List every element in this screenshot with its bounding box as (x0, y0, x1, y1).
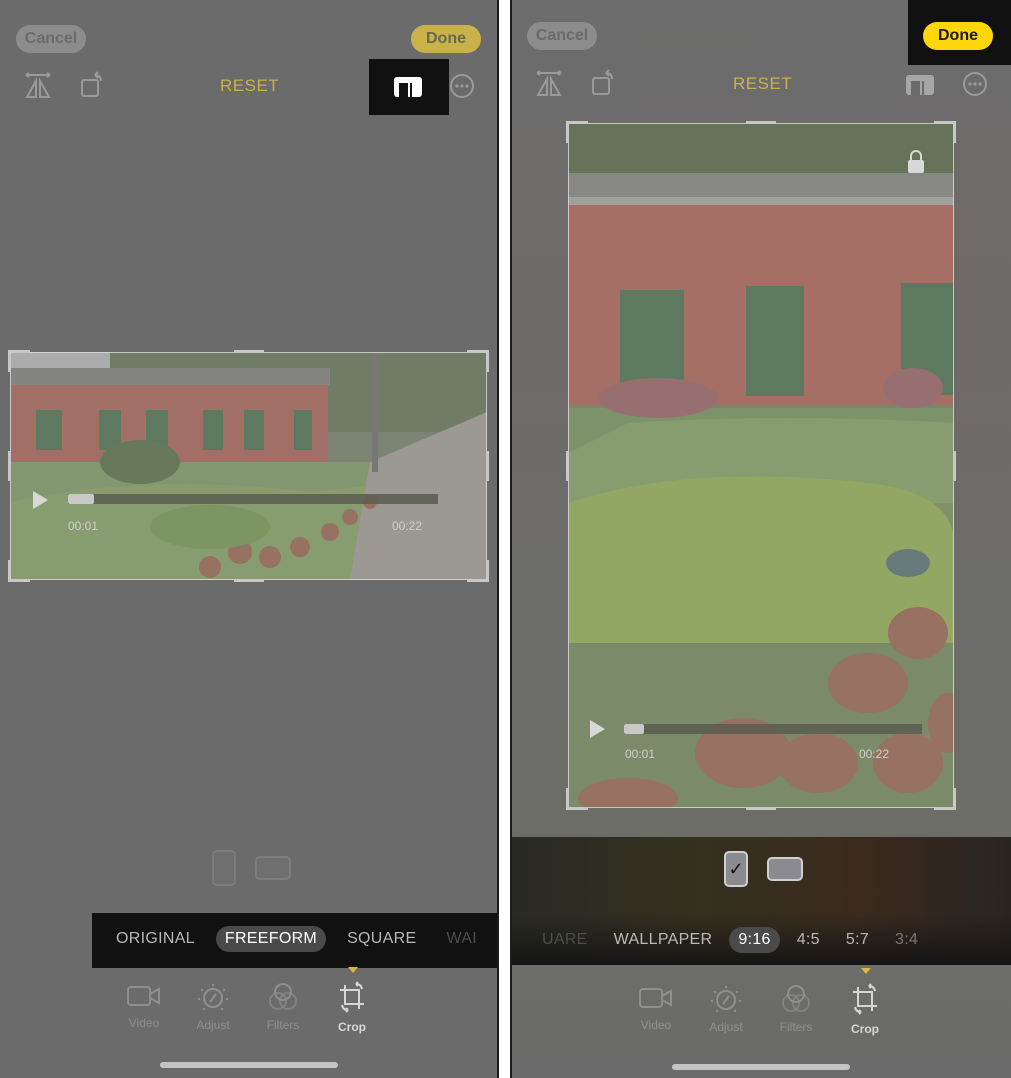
crop-handle-top-left[interactable] (566, 121, 588, 143)
aspect-option-freeform[interactable]: FREEFORM (215, 926, 327, 952)
cancel-button[interactable]: Cancel (16, 25, 86, 53)
tab-crop[interactable]: Crop (322, 981, 382, 1034)
tab-crop[interactable]: Crop (835, 983, 895, 1036)
portrait-orientation-button[interactable] (212, 850, 236, 886)
tab-filters[interactable]: Filters (253, 983, 313, 1032)
crop-handle-right[interactable] (953, 450, 956, 481)
portrait-orientation-button[interactable]: ✓ (724, 851, 748, 887)
crop-frame[interactable] (566, 121, 956, 810)
active-tab-marker (348, 967, 358, 973)
flip-horizontal-icon[interactable] (533, 68, 565, 98)
aspect-option-square[interactable]: SQUARE (338, 926, 425, 952)
crop-handle-top[interactable] (233, 350, 264, 353)
filters-icon (782, 985, 810, 1012)
crop-handle-top-left[interactable] (8, 350, 30, 372)
aspect-ratio-icon[interactable] (392, 74, 424, 100)
aspect-ratio-strip: ORIGINAL FREEFORM SQUARE WAI (107, 926, 486, 952)
aspect-option-wallpaper[interactable]: WAI (437, 926, 486, 952)
crop-rotate-icon (340, 981, 364, 1013)
aspect-option-wallpaper[interactable]: WALLPAPER (605, 927, 722, 953)
crop-handle-bottom-right[interactable] (467, 560, 489, 582)
right-screen-9-16: Cancel Done RESET 00:01 00:22 ✓ UARE WAL… (512, 0, 1011, 1078)
tab-adjust[interactable]: Adjust (183, 983, 243, 1032)
crop-handle-top-right[interactable] (934, 121, 956, 143)
crop-handle-top-right[interactable] (467, 350, 489, 372)
aspect-option-square[interactable]: UARE (533, 927, 597, 953)
rotate-icon[interactable] (78, 70, 108, 100)
home-indicator[interactable] (672, 1064, 850, 1070)
crop-handle-top[interactable] (746, 121, 776, 124)
aspect-option-9-16[interactable]: 9:16 (729, 927, 780, 953)
crop-handle-bottom[interactable] (746, 807, 776, 810)
reset-button[interactable]: RESET (733, 74, 792, 94)
panel-divider (497, 0, 512, 1078)
filters-icon (269, 983, 297, 1010)
flip-horizontal-icon[interactable] (22, 70, 54, 100)
crop-rotate-icon (853, 983, 877, 1015)
tab-adjust[interactable]: Adjust (696, 985, 756, 1034)
landscape-orientation-button[interactable] (767, 857, 803, 881)
tab-video[interactable]: Video (114, 983, 174, 1030)
done-button[interactable]: Done (923, 22, 993, 50)
cancel-button[interactable]: Cancel (527, 22, 597, 50)
landscape-orientation-button[interactable] (255, 856, 291, 880)
crop-handle-bottom-right[interactable] (934, 788, 956, 810)
done-button[interactable]: Done (411, 25, 481, 53)
adjust-dial-icon (197, 983, 229, 1011)
crop-handle-left[interactable] (566, 450, 569, 481)
aspect-ratio-strip: UARE WALLPAPER 9:16 4:5 5:7 3:4 (533, 927, 927, 953)
crop-frame[interactable] (8, 350, 489, 582)
more-options-icon[interactable] (961, 70, 989, 98)
aspect-ratio-icon[interactable] (904, 72, 936, 98)
rotate-icon[interactable] (589, 68, 619, 98)
crop-handle-bottom-left[interactable] (8, 560, 30, 582)
home-indicator[interactable] (160, 1062, 338, 1068)
more-options-icon[interactable] (448, 72, 476, 100)
tab-video[interactable]: Video (626, 985, 686, 1032)
crop-handle-left[interactable] (8, 451, 11, 481)
aspect-option-5-7[interactable]: 5:7 (837, 927, 878, 953)
adjust-dial-icon (710, 985, 742, 1013)
aspect-option-4-5[interactable]: 4:5 (788, 927, 829, 953)
left-screen-freeform: Cancel Done RESET 00:01 00:22 ORIGINAL F… (0, 0, 497, 1078)
reset-button[interactable]: RESET (220, 76, 279, 96)
crop-handle-bottom[interactable] (233, 579, 264, 582)
active-tab-marker (861, 968, 871, 974)
aspect-option-3-4[interactable]: 3:4 (886, 927, 927, 953)
crop-handle-bottom-left[interactable] (566, 788, 588, 810)
video-camera-icon (639, 988, 672, 1008)
crop-handle-right[interactable] (486, 451, 489, 481)
tab-filters[interactable]: Filters (766, 985, 826, 1034)
video-camera-icon (127, 986, 160, 1006)
aspect-option-original[interactable]: ORIGINAL (107, 926, 204, 952)
checkmark-icon: ✓ (728, 858, 744, 879)
